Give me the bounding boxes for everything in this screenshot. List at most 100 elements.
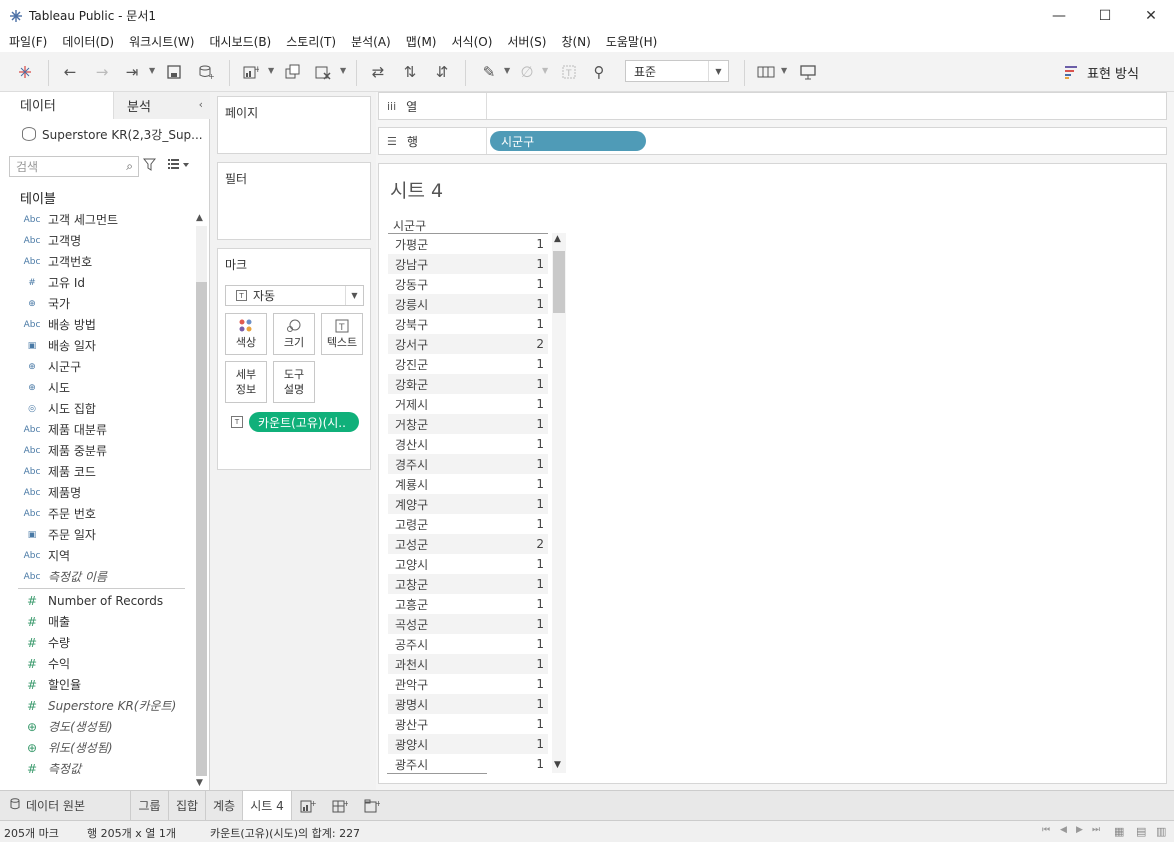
table-row[interactable]: 경산시 1 <box>388 434 548 454</box>
table-scroll-thumb[interactable] <box>553 251 565 313</box>
datasource-tab[interactable]: 데이터 원본 <box>0 791 131 820</box>
table-row[interactable]: 계룡시 1 <box>388 474 548 494</box>
table-row[interactable]: 강남구 1 <box>388 254 548 274</box>
field-item[interactable]: # 수량 <box>0 632 195 653</box>
show-tabs-icon[interactable]: ▥ <box>1156 825 1166 838</box>
menu-dashboard[interactable]: 대시보드(B) <box>203 33 277 50</box>
pin-icon[interactable]: ⚲ <box>588 61 610 83</box>
chevron-down-icon[interactable]: ▼ <box>340 66 346 75</box>
scroll-up-icon[interactable]: ▲ <box>196 213 203 223</box>
table-row[interactable]: 계양구 1 <box>388 494 548 514</box>
chevron-down-icon[interactable]: ▼ <box>504 66 510 75</box>
menu-server[interactable]: 서버(S) <box>501 33 552 50</box>
table-row[interactable]: 경주시 1 <box>388 454 548 474</box>
field-item[interactable]: Abc 제품 중분류 <box>0 440 195 461</box>
table-row[interactable]: 광양시 1 <box>388 734 548 754</box>
last-sheet-icon[interactable]: ⏭ <box>1092 825 1100 835</box>
show-cards-icon[interactable] <box>755 61 777 83</box>
new-worksheet-icon[interactable]: + <box>240 61 262 83</box>
field-item[interactable]: # 고유 Id <box>0 272 195 293</box>
chevron-down-icon[interactable]: ▼ <box>542 66 548 75</box>
table-row[interactable]: 강진군 1 <box>388 354 548 374</box>
field-item[interactable]: ⊕ 위도(생성됨) <box>0 737 195 758</box>
table-row[interactable]: 고성군 2 <box>388 534 548 554</box>
fit-dropdown[interactable]: 표준 ▼ <box>625 60 729 82</box>
field-list-scroll-thumb[interactable] <box>196 282 207 776</box>
maximize-button[interactable]: ☐ <box>1082 0 1128 31</box>
sort-descending-icon[interactable]: ⇵ <box>431 61 453 83</box>
field-item[interactable]: Abc 제품 대분류 <box>0 419 195 440</box>
first-sheet-icon[interactable]: ⏮ <box>1042 825 1050 835</box>
table-row[interactable]: 광명시 1 <box>388 694 548 714</box>
tab-data[interactable]: 데이터 <box>0 92 113 119</box>
replay-icon[interactable]: ⇥ <box>121 61 143 83</box>
size-button[interactable]: 크기 <box>273 313 315 355</box>
new-story-tab-icon[interactable]: + <box>356 791 388 820</box>
redo-icon[interactable]: → <box>91 61 113 83</box>
count-distinct-pill[interactable]: 카운트(고유)(시.. <box>249 412 359 432</box>
clear-sheet-icon[interactable] <box>312 61 334 83</box>
field-item[interactable]: # 할인율 <box>0 674 195 695</box>
menu-format[interactable]: 서식(O) <box>446 33 499 50</box>
field-item[interactable]: ⊕ 시도 <box>0 377 195 398</box>
scroll-up-icon[interactable]: ▲ <box>554 234 561 244</box>
field-item[interactable]: Abc 제품 코드 <box>0 461 195 482</box>
chevron-down-icon[interactable]: ▼ <box>268 66 274 75</box>
table-row[interactable]: 고창군 1 <box>388 574 548 594</box>
rows-shelf[interactable]: ☰ 행 시군구 <box>378 127 1167 155</box>
tooltip-button[interactable]: 도구 설명 <box>273 361 315 403</box>
sort-ascending-icon[interactable]: ⇅ <box>399 61 421 83</box>
highlight-icon[interactable]: ✎ <box>478 61 500 83</box>
field-item[interactable]: ▣ 배송 일자 <box>0 335 195 356</box>
presentation-mode-icon[interactable] <box>797 61 819 83</box>
rows-pill-sigungu[interactable]: 시군구 <box>490 131 646 151</box>
columns-shelf[interactable]: iii 열 <box>378 92 1167 120</box>
datasource-item[interactable]: Superstore KR(2,3강_Sup... <box>0 120 210 148</box>
table-scrollbar[interactable]: ▲ ▼ <box>552 233 566 773</box>
field-item[interactable]: ◎ 시도 집합 <box>0 398 195 419</box>
field-item[interactable]: Abc 제품명 <box>0 482 195 503</box>
table-row[interactable]: 광주시 1 <box>388 754 548 774</box>
field-item[interactable]: ▣ 주문 일자 <box>0 524 195 545</box>
minimize-button[interactable]: — <box>1036 0 1082 31</box>
mark-type-dropdown[interactable]: T 자동 ▼ <box>225 285 364 306</box>
table-row[interactable]: 강화군 1 <box>388 374 548 394</box>
undo-icon[interactable]: ← <box>59 61 81 83</box>
field-item[interactable]: ⊕ 국가 <box>0 293 195 314</box>
show-filmstrip-icon[interactable]: ▤ <box>1136 825 1146 838</box>
field-item[interactable]: # 측정값 <box>0 758 195 779</box>
filters-card[interactable]: 필터 <box>217 162 371 240</box>
column-header[interactable]: 시군구 <box>393 217 426 234</box>
field-item[interactable]: ⊕ 경도(생성됨) <box>0 716 195 737</box>
menu-story[interactable]: 스토리(T) <box>280 33 342 50</box>
field-item[interactable]: ⊕ 시군구 <box>0 356 195 377</box>
field-item[interactable]: Abc 배송 방법 <box>0 314 195 335</box>
tableau-home-icon[interactable] <box>14 61 36 83</box>
show-me-button[interactable]: 표현 방식 <box>1065 62 1139 82</box>
field-item[interactable]: Abc 지역 <box>0 545 195 566</box>
menu-worksheet[interactable]: 워크시트(W) <box>123 33 200 50</box>
table-row[interactable]: 고령군 1 <box>388 514 548 534</box>
collapse-pane-icon[interactable]: ‹ <box>199 98 203 111</box>
swap-rows-columns-icon[interactable]: ⇄ <box>367 61 389 83</box>
table-row[interactable]: 강릉시 1 <box>388 294 548 314</box>
next-sheet-icon[interactable]: ▶ <box>1076 825 1083 835</box>
view-options-icon[interactable] <box>168 158 190 173</box>
menu-map[interactable]: 맵(M) <box>400 33 443 50</box>
duplicate-sheet-icon[interactable] <box>282 61 304 83</box>
menu-window[interactable]: 창(N) <box>555 33 596 50</box>
menu-help[interactable]: 도움말(H) <box>600 33 664 50</box>
field-item[interactable]: Abc 고객번호 <box>0 251 195 272</box>
new-datasource-icon[interactable]: + <box>195 61 217 83</box>
table-row[interactable]: 거창군 1 <box>388 414 548 434</box>
chevron-down-icon[interactable]: ▼ <box>149 66 155 75</box>
table-row[interactable]: 고흥군 1 <box>388 594 548 614</box>
field-item[interactable]: # 매출 <box>0 611 195 632</box>
field-item[interactable]: # 수익 <box>0 653 195 674</box>
tab-analysis[interactable]: 분석 <box>113 92 210 119</box>
new-dashboard-tab-icon[interactable]: + <box>324 791 356 820</box>
tab-set[interactable]: 집합 <box>169 791 206 820</box>
show-sheet-sorter-icon[interactable]: ▦ <box>1114 825 1124 838</box>
table-row[interactable]: 가평군 1 <box>388 234 548 254</box>
tab-sheet-4[interactable]: 시트 4 <box>243 791 292 820</box>
